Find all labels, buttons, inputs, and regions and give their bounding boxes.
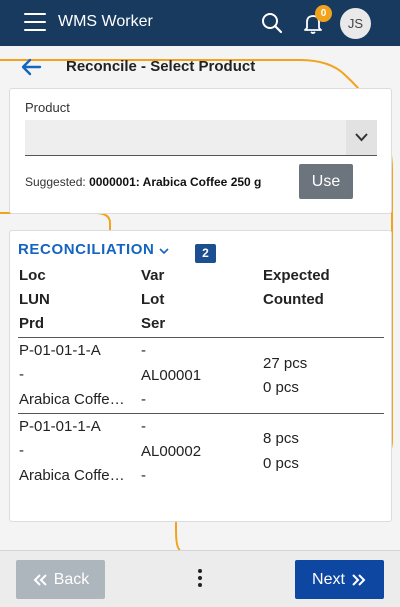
suggested-label: Suggested:: [25, 175, 86, 189]
row-lot: AL00002: [141, 443, 202, 460]
suggested-product: Suggested: 0000001: Arabica Coffee 250 g: [25, 175, 261, 189]
double-chevron-left-icon: [33, 573, 47, 586]
bottom-action-bar: Back Next: [0, 550, 400, 607]
menu-icon[interactable]: [24, 13, 46, 31]
row-var: -: [141, 418, 146, 435]
table-divider: [18, 337, 384, 338]
row-ser: -: [141, 391, 146, 408]
product-dropdown-button[interactable]: [346, 120, 377, 156]
app-title: WMS Worker: [58, 13, 153, 30]
row-prd: Arabica Coffe…: [19, 391, 125, 408]
product-label: Product: [25, 100, 70, 115]
row-counted: 0 pcs: [263, 379, 299, 396]
column-header-expected: Expected: [263, 267, 330, 284]
search-icon[interactable]: [260, 11, 284, 35]
more-options-icon[interactable]: [190, 569, 210, 591]
back-arrow-icon[interactable]: [20, 57, 42, 77]
row-counted: 0 pcs: [263, 455, 299, 472]
next-button[interactable]: Next: [295, 560, 384, 599]
chevron-down-icon: [355, 133, 368, 142]
top-app-bar: WMS Worker 0 JS: [0, 0, 400, 46]
row-prd: Arabica Coffe…: [19, 467, 125, 484]
row-expected: 8 pcs: [263, 430, 299, 447]
suggested-value: 0000001: Arabica Coffee 250 g: [89, 175, 262, 189]
reconciliation-count-badge: 2: [195, 244, 216, 263]
column-header-loc: Loc: [19, 267, 46, 284]
column-header-prd: Prd: [19, 315, 45, 332]
column-header-var: Var: [141, 267, 165, 284]
row-loc: P-01-01-1-A: [19, 418, 101, 435]
table-divider: [18, 413, 384, 414]
column-header-lun: LUN: [19, 291, 50, 308]
column-header-ser: Ser: [141, 315, 166, 332]
row-lot: AL00001: [141, 367, 202, 384]
reconciliation-card: RECONCILIATION 2 Loc LUN Prd Var Lot Ser…: [9, 230, 392, 522]
reconciliation-header[interactable]: RECONCILIATION: [18, 241, 170, 258]
avatar[interactable]: JS: [340, 8, 371, 39]
row-loc: P-01-01-1-A: [19, 342, 101, 359]
column-header-lot: Lot: [141, 291, 165, 308]
row-ser: -: [141, 467, 146, 484]
next-button-label: Next: [312, 570, 345, 588]
row-lun: -: [19, 442, 24, 459]
chevron-down-icon: [159, 247, 170, 254]
back-button-label: Back: [53, 570, 90, 588]
notification-badge: 0: [315, 5, 332, 22]
row-expected: 27 pcs: [263, 355, 308, 372]
back-button[interactable]: Back: [16, 560, 105, 599]
product-input[interactable]: [25, 120, 346, 156]
use-button[interactable]: Use: [299, 164, 353, 199]
column-header-counted: Counted: [263, 291, 324, 308]
row-lun: -: [19, 366, 24, 383]
page-title: Reconcile - Select Product: [66, 58, 256, 75]
product-card: Product Suggested: 0000001: Arabica Coff…: [9, 88, 392, 214]
row-var: -: [141, 342, 146, 359]
reconciliation-title: RECONCILIATION: [18, 241, 155, 258]
double-chevron-right-icon: [352, 573, 366, 586]
